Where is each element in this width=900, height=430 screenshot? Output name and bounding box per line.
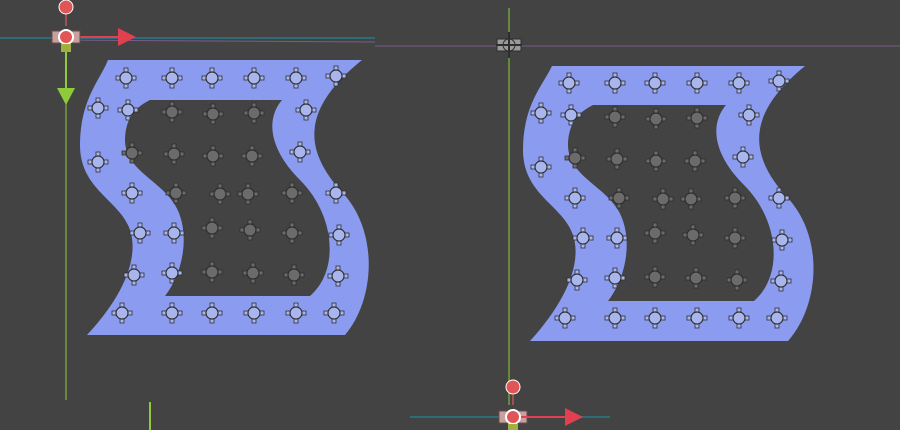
vertex-dot	[564, 108, 578, 122]
vertex-dot	[91, 155, 105, 169]
horizontal-guide-left	[54, 39, 376, 43]
collision-shape-right[interactable]	[523, 66, 814, 341]
vertex-dot	[775, 233, 789, 247]
vertex-dot	[332, 228, 346, 242]
vertex-dot	[205, 265, 219, 279]
vertex-dot	[125, 146, 139, 160]
vertex-dot	[774, 274, 788, 288]
vertex-dot	[732, 311, 746, 325]
vertex-dot	[247, 106, 261, 120]
vertex-dot	[331, 269, 345, 283]
vertex-dot	[247, 306, 261, 320]
vertex-dot	[690, 111, 704, 125]
vertex-dot	[169, 186, 183, 200]
vertex-dot	[690, 311, 704, 325]
vertex-dot	[612, 191, 626, 205]
vertex-dot	[649, 112, 663, 126]
vertex-dot	[245, 149, 259, 163]
vertex-dot	[206, 149, 220, 163]
vertex-dot	[121, 103, 135, 117]
vertex-dot	[91, 101, 105, 115]
vertex-dot	[648, 311, 662, 325]
vertex-dot	[119, 71, 133, 85]
vertex-dot	[205, 71, 219, 85]
transform-gizmo-inactive[interactable]	[496, 32, 522, 58]
vertex-dot	[534, 106, 548, 120]
vertex-dot	[608, 76, 622, 90]
vertex-dot	[772, 74, 786, 88]
vertex-dot	[770, 311, 784, 325]
vertex-dot	[329, 186, 343, 200]
move-x-arrow-bottom-icon[interactable]	[565, 408, 583, 426]
vertex-dot	[165, 105, 179, 119]
vertex-dot	[243, 223, 257, 237]
vertex-dot	[772, 191, 786, 205]
vertex-dot	[241, 187, 255, 201]
vertex-dot	[287, 268, 301, 282]
vertex-dot	[115, 306, 129, 320]
vertex-dot	[730, 273, 744, 287]
vertex-dot	[728, 191, 742, 205]
transform-gizmo-bottom[interactable]	[498, 379, 583, 430]
vertex-dot	[690, 76, 704, 90]
vertex-dot	[165, 71, 179, 85]
vertex-dot	[649, 154, 663, 168]
vertex-dot	[576, 231, 590, 245]
vertex-dot	[534, 160, 548, 174]
vertex-dot	[289, 71, 303, 85]
y-handle-base	[61, 44, 71, 52]
move-x-arrow-icon[interactable]	[118, 28, 136, 46]
vertex-dot	[246, 266, 260, 280]
vertex-dot	[742, 108, 756, 122]
vertex-dot	[570, 273, 584, 287]
vertex-dot	[610, 231, 624, 245]
vertex-dot	[656, 192, 670, 206]
vertex-dot	[689, 271, 703, 285]
vertex-dot	[562, 76, 576, 90]
gizmo-center-handle[interactable]	[58, 29, 74, 45]
vertex-dot	[728, 231, 742, 245]
vertex-dot	[568, 151, 582, 165]
vertex-dot	[205, 221, 219, 235]
vertex-dot	[684, 192, 698, 206]
vertex-dot	[293, 145, 307, 159]
vertex-dot	[688, 154, 702, 168]
vertex-dot	[165, 306, 179, 320]
vertex-dot	[558, 311, 572, 325]
vertex-dot	[167, 147, 181, 161]
gizmo-bottom-center-handle[interactable]	[505, 409, 521, 425]
vertex-dot	[289, 306, 303, 320]
vertex-dot	[648, 226, 662, 240]
vertex-dot	[568, 191, 582, 205]
y-handle-base-bottom	[508, 424, 518, 430]
vertex-dot	[299, 103, 313, 117]
vertex-dot	[686, 228, 700, 242]
rotate-handle-icon[interactable]	[58, 0, 74, 15]
vertex-dot	[608, 271, 622, 285]
vertex-dot	[648, 76, 662, 90]
vertex-dot	[213, 187, 227, 201]
vertex-dot	[285, 226, 299, 240]
vertex-dot	[732, 76, 746, 90]
vertex-dot	[329, 69, 343, 83]
vertex-dot	[205, 306, 219, 320]
vertex-dot	[165, 266, 179, 280]
rotate-handle-bottom-icon[interactable]	[505, 379, 521, 395]
vertex-dot	[610, 152, 624, 166]
vertex-dot	[608, 311, 622, 325]
vertex-dot	[127, 268, 141, 282]
vertex-dot	[125, 186, 139, 200]
vertex-dot	[736, 150, 750, 164]
vertex-dot	[167, 226, 181, 240]
scene-canvas[interactable]	[0, 0, 900, 430]
vertex-dot	[648, 270, 662, 284]
vertex-dot	[327, 306, 341, 320]
editor-viewport[interactable]	[0, 0, 900, 430]
move-y-arrow-icon[interactable]	[57, 88, 75, 105]
vertex-dot	[247, 71, 261, 85]
vertex-dot	[608, 110, 622, 124]
vertex-dot	[285, 186, 299, 200]
vertex-dot	[133, 226, 147, 240]
vertex-dot	[206, 107, 220, 121]
